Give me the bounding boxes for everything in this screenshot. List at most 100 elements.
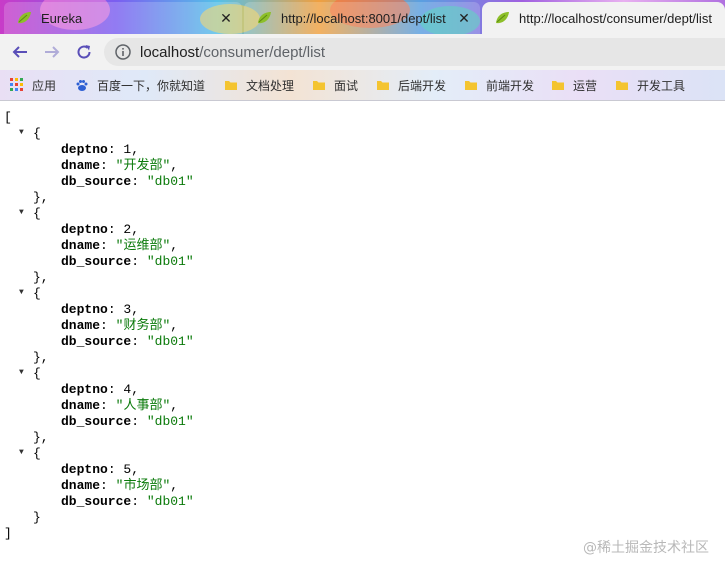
json-colon: : (107, 302, 124, 317)
collapse-toggle-icon[interactable]: ▼ (19, 448, 24, 457)
bookmark-label: 后端开发 (398, 78, 447, 93)
spring-leaf-icon (258, 12, 271, 24)
address-bar[interactable]: localhost/consumer/dept/list (104, 38, 725, 66)
back-button[interactable] (8, 40, 32, 64)
collapse-toggle-icon[interactable]: ▼ (19, 288, 24, 297)
json-field-deptno: deptno: 1, (61, 142, 139, 158)
json-value: 市场部 (123, 478, 163, 493)
tab-strip: Eureka ✕ http://localhost:8001/dept/list… (0, 0, 725, 34)
browser-toolbar: localhost/consumer/dept/list (0, 34, 725, 70)
json-colon: : (100, 398, 116, 413)
folder-icon (225, 81, 237, 90)
json-key: dname (61, 318, 101, 333)
json-key: db_source (61, 174, 132, 189)
collapse-toggle-icon[interactable]: ▼ (19, 368, 24, 377)
json-colon: : (131, 334, 147, 349)
apps-grid-icon (10, 78, 23, 91)
json-comma: , (170, 238, 179, 253)
json-colon: : (100, 478, 116, 493)
bookmark-folder[interactable]: 运营 (551, 70, 597, 100)
bookmark-folder[interactable]: 面试 (312, 70, 358, 100)
json-colon: : (131, 174, 147, 189)
bookmark-label: 百度一下，你就知道 (97, 78, 206, 93)
json-colon: : (131, 254, 147, 269)
json-object-close: }, (33, 270, 49, 286)
folder-icon (552, 81, 564, 90)
json-field-db-source: db_source: "db01" (61, 494, 194, 510)
bookmark-folder[interactable]: 后端开发 (376, 70, 446, 100)
info-icon[interactable] (115, 44, 131, 60)
json-colon: : (131, 494, 147, 509)
bookmark-folder[interactable]: 文档处理 (224, 70, 294, 100)
collapse-toggle-icon[interactable]: ▼ (19, 208, 24, 217)
close-icon[interactable]: ✕ (218, 10, 234, 26)
json-field-dname: dname: "市场部", (61, 478, 178, 494)
json-key: deptno (61, 382, 108, 397)
baidu-paw-icon (76, 80, 88, 91)
brace-text: }, (33, 350, 49, 365)
json-value: 开发部 (123, 158, 163, 173)
bookmark-apps[interactable]: 应用 (10, 70, 56, 100)
json-viewer: [▼{deptno: 1, dname: "开发部", db_source: "db… (0, 101, 725, 571)
json-quote: " (185, 414, 194, 429)
json-object-close: }, (33, 430, 49, 446)
json-field-db-source: db_source: "db01" (61, 254, 194, 270)
json-comma: , (131, 382, 140, 397)
bookmark-label: 应用 (32, 78, 57, 93)
tab-provider-dept-list[interactable]: http://localhost:8001/dept/list ✕ (244, 2, 480, 34)
forward-arrow-icon (45, 46, 60, 58)
json-key: deptno (61, 462, 108, 477)
json-value: db01 (154, 174, 186, 189)
bookmark-baidu[interactable]: 百度一下，你就知道 (75, 70, 205, 100)
address-text: localhost/consumer/dept/list (140, 44, 325, 61)
tab-eureka[interactable]: Eureka ✕ (4, 2, 242, 34)
json-object-open: { (33, 366, 41, 382)
tab-title: http://localhost:8001/dept/list (281, 10, 446, 26)
tab-title: Eureka (41, 10, 83, 26)
json-comma: , (131, 302, 140, 317)
spring-leaf-icon (18, 12, 31, 24)
spring-leaf-icon (496, 12, 509, 24)
back-arrow-icon (12, 46, 27, 58)
json-comma: , (170, 318, 179, 333)
json-quote: " (146, 334, 155, 349)
close-icon[interactable]: ✕ (456, 10, 472, 26)
bookmark-folder[interactable]: 前端开发 (464, 70, 534, 100)
json-object-close: } (33, 510, 41, 526)
json-key: db_source (61, 254, 132, 269)
json-field-deptno: deptno: 5, (61, 462, 139, 478)
json-key: dname (61, 158, 101, 173)
reload-button[interactable] (72, 40, 96, 64)
collapse-toggle-icon[interactable]: ▼ (19, 128, 24, 137)
brace-text: { (33, 206, 41, 221)
json-value: db01 (154, 334, 186, 349)
json-key: db_source (61, 494, 132, 509)
json-object-open: { (33, 446, 41, 462)
tab-consumer-dept-list[interactable]: http://localhost/consumer/dept/list (482, 2, 725, 34)
json-object-open: { (33, 286, 41, 302)
folder-icon (465, 81, 477, 90)
json-close-bracket: ] (4, 526, 12, 542)
json-value: db01 (154, 494, 186, 509)
brace-text: }, (33, 270, 49, 285)
json-quote: " (185, 334, 194, 349)
json-quote: " (185, 254, 194, 269)
json-key: db_source (61, 334, 132, 349)
json-colon: : (100, 158, 116, 173)
json-quote: " (185, 494, 194, 509)
bracket-text: [ (4, 110, 12, 125)
json-field-deptno: deptno: 4, (61, 382, 139, 398)
brace-text: { (33, 286, 41, 301)
json-value: 人事部 (123, 398, 163, 413)
forward-button[interactable] (40, 40, 64, 64)
json-colon: : (107, 142, 124, 157)
json-colon: : (100, 318, 116, 333)
brace-text: } (33, 510, 41, 525)
json-object-close: }, (33, 350, 49, 366)
address-path: /consumer/dept/list (199, 43, 326, 61)
bookmark-label: 运营 (573, 78, 598, 93)
bookmark-folder[interactable]: 开发工具 (615, 70, 685, 100)
json-value: 财务部 (123, 318, 163, 333)
bookmark-label: 前端开发 (486, 78, 535, 93)
folder-icon (377, 81, 389, 90)
